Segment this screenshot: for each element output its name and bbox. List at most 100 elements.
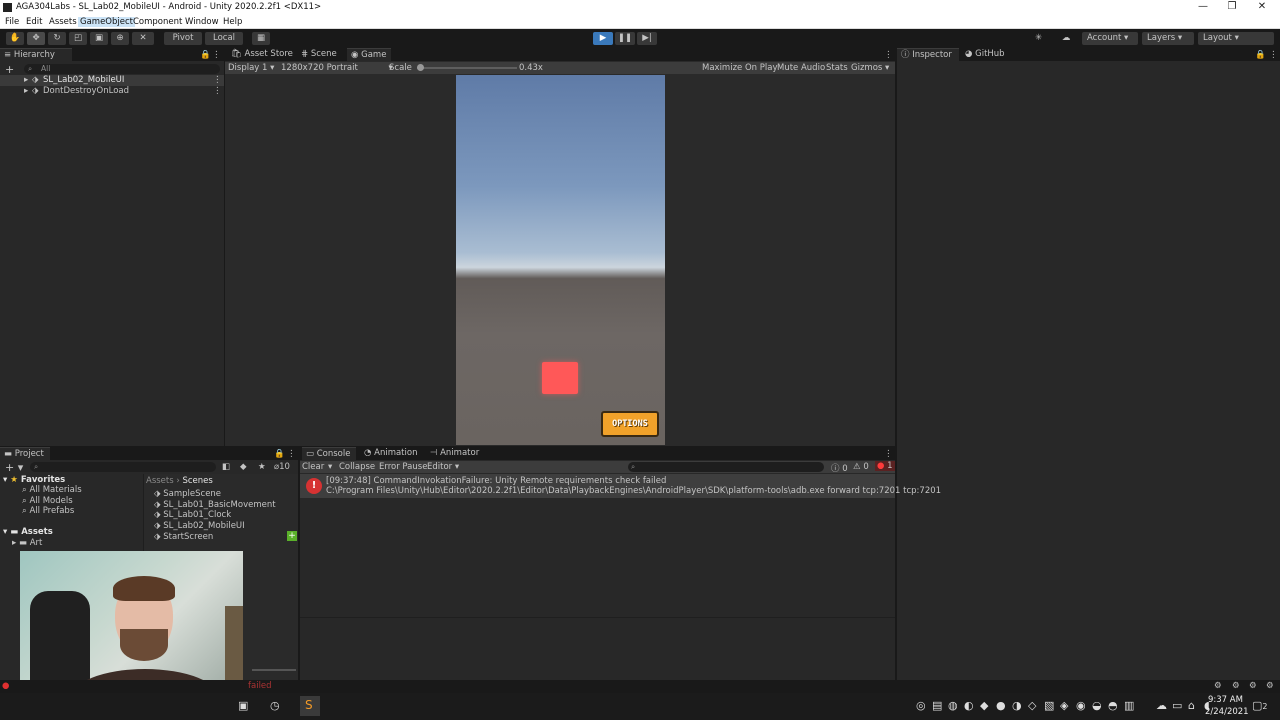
tab-game[interactable]: ◉ Game bbox=[347, 48, 391, 61]
hierarchy-row[interactable]: ▸ ⬗ SL_Lab02_MobileUI ⋮ bbox=[0, 75, 224, 86]
menu-help[interactable]: Help bbox=[223, 17, 242, 27]
taskbar-time[interactable]: 9:37 AM bbox=[1208, 695, 1243, 705]
layers-dropdown[interactable]: Layers ▾ bbox=[1142, 32, 1194, 45]
filter-label-icon[interactable]: ◆ bbox=[240, 462, 247, 472]
scene-file[interactable]: ⬗ SampleScene bbox=[154, 489, 221, 499]
add-icon[interactable]: + ▾ bbox=[5, 461, 23, 474]
info-filter-toggle[interactable]: ⓘ 0 bbox=[831, 462, 848, 474]
lock-icon[interactable]: 🔒 bbox=[274, 449, 285, 459]
tray-icon[interactable]: ▤ bbox=[932, 699, 942, 712]
maximize-button[interactable]: ❐ bbox=[1222, 1, 1242, 12]
more-icon[interactable]: ⋮ bbox=[1269, 50, 1278, 60]
menu-edit[interactable]: Edit bbox=[26, 17, 42, 27]
tray-icon[interactable]: ◈ bbox=[1060, 699, 1068, 712]
folder-item[interactable]: ▸ ▬ Art bbox=[12, 538, 42, 548]
warning-filter-toggle[interactable]: ⚠ 0 bbox=[853, 462, 869, 472]
error-filter-toggle[interactable]: ● 1 bbox=[875, 461, 895, 471]
local-toggle[interactable]: Local bbox=[205, 32, 243, 45]
menu-component[interactable]: Component bbox=[133, 17, 182, 27]
favorite-item[interactable]: ⌕ All Models bbox=[22, 496, 73, 506]
network-icon[interactable]: ⌂ bbox=[1188, 699, 1195, 712]
console-search-input[interactable]: ⌕ bbox=[628, 462, 824, 472]
project-search-input[interactable]: ⌕ bbox=[30, 462, 216, 472]
menu-file[interactable]: File bbox=[5, 17, 19, 27]
clear-dropdown-icon[interactable]: ▾ bbox=[328, 462, 332, 472]
onedrive-icon[interactable]: ☁ bbox=[1156, 699, 1167, 712]
tab-project[interactable]: ▬ Project bbox=[0, 447, 50, 460]
minimize-button[interactable]: — bbox=[1193, 1, 1213, 12]
lock-icon[interactable]: 🔒 bbox=[200, 50, 211, 60]
display-dropdown[interactable]: Display 1 ▾ bbox=[228, 63, 274, 73]
close-button[interactable]: ✕ bbox=[1252, 1, 1272, 12]
scene-file[interactable]: ⬗ SL_Lab01_Clock bbox=[154, 510, 231, 520]
scale-tool-button[interactable]: ◰ bbox=[69, 32, 87, 45]
tray-icon[interactable]: ◓ bbox=[1108, 699, 1118, 712]
notification-icon[interactable]: ▢2 bbox=[1252, 699, 1268, 712]
tray-icon[interactable]: ▥ bbox=[1124, 699, 1134, 712]
transform-tool-button[interactable]: ⊕ bbox=[111, 32, 129, 45]
tab-animator[interactable]: ⊣ Animator bbox=[426, 447, 483, 460]
console-entry[interactable]: ! [09:37:48] CommandInvokationFailure: U… bbox=[300, 474, 941, 498]
assets-header[interactable]: ▾ ▬ Assets bbox=[3, 527, 53, 537]
account-dropdown[interactable]: Account ▾ bbox=[1082, 32, 1138, 45]
mic-icon[interactable]: ● bbox=[996, 699, 1006, 712]
taskbar-app-icon[interactable]: ▣ bbox=[238, 699, 248, 712]
display-icon[interactable]: ▭ bbox=[1172, 699, 1182, 712]
tab-animation[interactable]: ◔ Animation bbox=[360, 447, 421, 460]
clear-button[interactable]: Clear bbox=[302, 462, 324, 472]
favorites-header[interactable]: ▾ ★ Favorites bbox=[3, 475, 65, 485]
options-button[interactable]: OPTIONS bbox=[601, 411, 659, 437]
collapse-toggle[interactable]: Collapse bbox=[339, 462, 375, 472]
more-icon[interactable]: ⋮ bbox=[884, 50, 893, 60]
error-pause-toggle[interactable]: Error Pause bbox=[379, 462, 427, 472]
filter-type-icon[interactable]: ◧ bbox=[222, 462, 230, 472]
breadcrumb-root[interactable]: Assets bbox=[146, 476, 174, 486]
status-message[interactable]: failed bbox=[248, 681, 272, 691]
tray-icon[interactable]: ◐ bbox=[964, 699, 974, 712]
step-button[interactable]: ▶| bbox=[637, 32, 657, 45]
progress-icon[interactable]: ⚙ bbox=[1214, 681, 1222, 691]
pivot-toggle[interactable]: Pivot bbox=[164, 32, 202, 45]
resolution-dropdown[interactable]: 1280x720 Portrait ▾ bbox=[281, 63, 393, 73]
scale-slider[interactable] bbox=[417, 64, 517, 71]
zoom-slider[interactable] bbox=[252, 669, 296, 671]
rotate-tool-button[interactable]: ↻ bbox=[48, 32, 66, 45]
more-icon[interactable]: ⋮ bbox=[287, 449, 296, 459]
layout-dropdown[interactable]: Layout ▾ bbox=[1198, 32, 1274, 45]
gizmos-dropdown[interactable]: Gizmos ▾ bbox=[851, 63, 889, 73]
hierarchy-row[interactable]: ▸ ⬗ DontDestroyOnLoad ⋮ bbox=[0, 86, 224, 97]
mute-audio-toggle[interactable]: Mute Audio bbox=[777, 63, 825, 73]
menu-window[interactable]: Window bbox=[185, 17, 219, 27]
menu-assets[interactable]: Assets bbox=[49, 17, 77, 27]
tray-icon[interactable]: ◉ bbox=[1076, 699, 1086, 712]
scene-file[interactable]: ⬗ SL_Lab02_MobileUI bbox=[154, 521, 245, 531]
expand-icon[interactable]: ▸ bbox=[24, 75, 28, 85]
lock-icon[interactable]: 🔒 bbox=[1255, 50, 1266, 60]
cloud-icon[interactable]: ☁ bbox=[1062, 33, 1071, 43]
tab-console[interactable]: ▭ Console bbox=[302, 447, 356, 460]
expand-icon[interactable]: ▸ bbox=[24, 86, 28, 96]
hidden-count-icon[interactable]: ⌀10 bbox=[274, 462, 290, 472]
snap-button[interactable]: ▦ bbox=[252, 32, 270, 45]
more-icon[interactable]: ⋮ bbox=[212, 50, 221, 60]
hierarchy-search-input[interactable]: ⌕ All bbox=[24, 64, 220, 74]
taskbar-date[interactable]: 2/24/2021 bbox=[1205, 707, 1249, 717]
slider-thumb[interactable] bbox=[417, 64, 424, 71]
collab-status-icon[interactable]: ⚙ bbox=[1266, 681, 1274, 691]
tab-scene[interactable]: ⋕ Scene bbox=[297, 48, 341, 61]
menu-gameobject[interactable]: GameObject bbox=[78, 17, 135, 27]
star-icon[interactable]: ★ bbox=[258, 462, 266, 472]
add-scene-icon[interactable]: + bbox=[287, 531, 297, 541]
debug-icon[interactable]: ⚙ bbox=[1249, 681, 1257, 691]
tab-github[interactable]: ◕ GitHub bbox=[961, 48, 1009, 61]
collab-icon[interactable]: ✳ bbox=[1035, 33, 1042, 43]
taskbar-sublime-icon[interactable]: S bbox=[300, 696, 320, 716]
scene-file[interactable]: ⬗ SL_Lab01_BasicMovement bbox=[154, 500, 276, 510]
more-icon[interactable]: ⋮ bbox=[213, 75, 222, 85]
maximize-on-play-toggle[interactable]: Maximize On Play bbox=[702, 63, 777, 73]
favorite-item[interactable]: ⌕ All Prefabs bbox=[22, 506, 74, 516]
tray-icon[interactable]: ◍ bbox=[948, 699, 958, 712]
tab-hierarchy[interactable]: ≡ Hierarchy bbox=[0, 48, 72, 61]
rect-tool-button[interactable]: ▣ bbox=[90, 32, 108, 45]
tray-icon[interactable]: ◆ bbox=[980, 699, 988, 712]
